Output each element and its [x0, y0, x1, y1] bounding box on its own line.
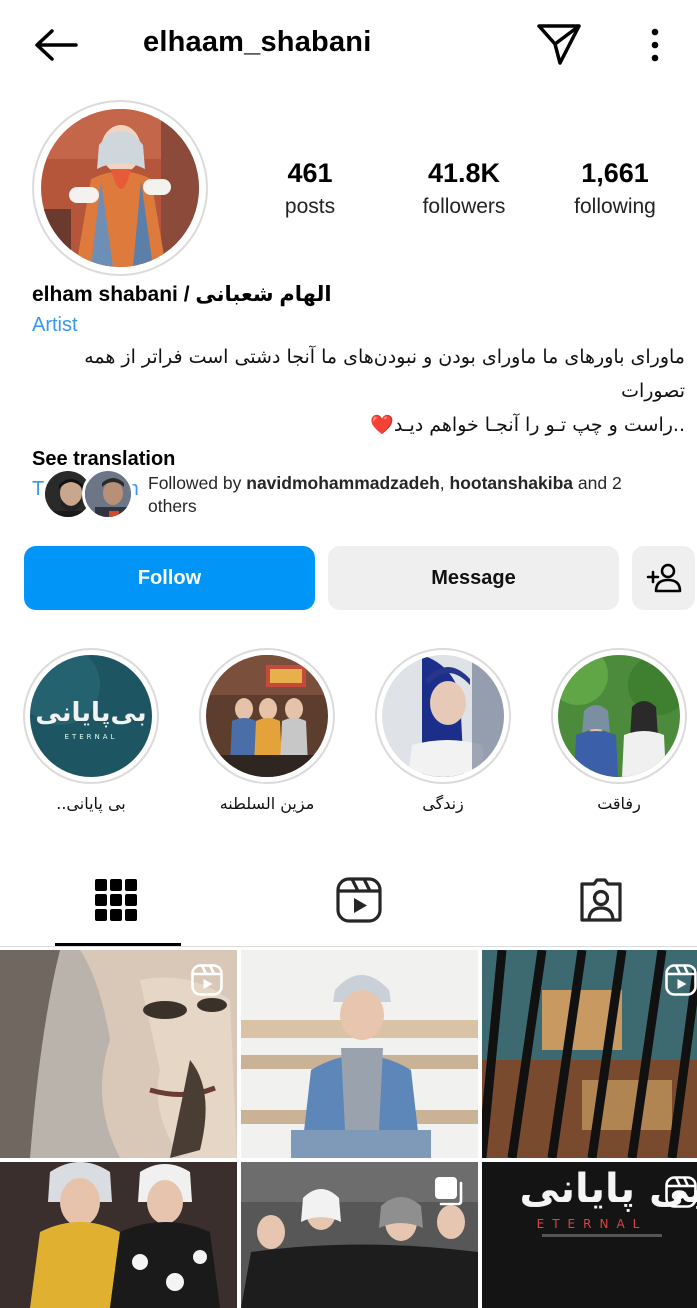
highlight-cover-4: [558, 655, 680, 777]
following-count: 1,661: [581, 158, 649, 188]
followed-by[interactable]: Followed by navidmohammadzadeh, hootansh…: [42, 468, 682, 524]
follower-avatar-2: [82, 468, 134, 520]
reels-badge-icon: [191, 964, 223, 1001]
followers-count: 41.8K: [427, 158, 501, 188]
reels-badge-icon: [665, 1176, 697, 1213]
post-thumbnail[interactable]: [241, 950, 478, 1158]
tagged-icon: [580, 878, 622, 922]
highlight-ring: بی‌پایانی ETERNAL: [23, 648, 159, 784]
profile-tabs: [0, 855, 697, 947]
suggest-users-button[interactable]: [632, 546, 695, 610]
share-profile-button[interactable]: [534, 20, 584, 68]
followers-stat[interactable]: 41.8K followers: [404, 158, 524, 219]
carousel-badge-icon: [434, 1176, 464, 1211]
followers-label: followers: [422, 195, 506, 218]
top-bar: elhaam_shabani: [0, 0, 697, 90]
post-thumbnail[interactable]: [0, 1162, 237, 1308]
bio-line-1: ماورای باورهای ما ماورای بودن و نبودن‌ها…: [84, 346, 685, 402]
tab-tagged[interactable]: [485, 855, 697, 945]
posts-count: 461: [287, 158, 333, 188]
bio-text: ماورای باورهای ما ماورای بودن و نبودن‌ها…: [30, 340, 685, 442]
highlight-ring: [375, 648, 511, 784]
story-highlight-2[interactable]: مزین السلطنه: [199, 648, 335, 813]
following-label: following: [574, 195, 656, 218]
highlight-ring: [551, 648, 687, 784]
follow-button[interactable]: Follow: [24, 546, 315, 610]
story-highlight-4[interactable]: رفاقت: [551, 648, 687, 813]
post-thumbnail[interactable]: [482, 950, 697, 1158]
highlight-cover-2: [206, 655, 328, 777]
message-button[interactable]: Message: [328, 546, 619, 610]
bio-line-2: ..راست و چپ تـو را آنجـا خواهم دیـد❤️: [30, 408, 685, 442]
posts-label: posts: [284, 195, 336, 218]
story-highlight-3[interactable]: زندگی: [375, 648, 511, 813]
more-options-button[interactable]: [636, 22, 674, 68]
heart-emoji: ❤️: [370, 414, 394, 436]
followed-by-prefix: Followed by: [148, 473, 247, 493]
profile-avatar[interactable]: [32, 100, 208, 276]
add-person-icon: [646, 563, 681, 593]
posts-grid: بی پایانی ETERNAL: [0, 950, 697, 1308]
highlight-cover-3: [382, 655, 504, 777]
mutual-user-1[interactable]: navidmohammadzadeh: [246, 473, 440, 493]
tab-posts-grid[interactable]: [0, 855, 232, 946]
paper-plane-icon: [537, 24, 581, 65]
poster-sub: ETERNAL: [537, 1217, 648, 1231]
arrow-left-icon: [35, 29, 78, 61]
bio-line-2-text: ..راست و چپ تـو را آنجـا خواهم دیـد: [393, 414, 685, 436]
back-button[interactable]: [30, 22, 80, 68]
post-thumbnail[interactable]: [0, 950, 237, 1158]
reels-badge-icon: [665, 964, 697, 1001]
mutual-user-2[interactable]: hootanshakiba: [450, 473, 574, 493]
avatar-image: [41, 109, 199, 267]
followed-by-sep: ,: [439, 473, 450, 493]
reels-icon: [336, 877, 382, 923]
profile-username: elhaam_shabani: [143, 26, 372, 58]
highlight-label-4: رفاقت: [597, 794, 641, 813]
kebab-menu-icon: [651, 28, 659, 62]
highlight-art-sub: ETERNAL: [65, 733, 118, 741]
highlight-cover-1: بی‌پایانی ETERNAL: [30, 655, 152, 777]
category-label: Artist: [32, 314, 78, 336]
display-name: elham shabani / الهام شعبانی: [32, 283, 332, 306]
highlight-label-3: زندگی: [422, 794, 464, 813]
highlight-label-2: مزین السلطنه: [219, 794, 315, 813]
followed-by-text: Followed by navidmohammadzadeh, hootansh…: [148, 472, 668, 518]
post-thumbnail[interactable]: [241, 1162, 478, 1308]
tab-reels[interactable]: [243, 855, 475, 945]
post-thumbnail[interactable]: بی پایانی ETERNAL: [482, 1162, 697, 1308]
highlight-label-1: بی پایانی..: [56, 794, 126, 813]
story-highlight-1[interactable]: بی‌پایانی ETERNAL بی پایانی..: [23, 648, 159, 813]
highlight-ring: [199, 648, 335, 784]
posts-stat[interactable]: 461 posts: [270, 158, 350, 219]
grid-icon: [95, 879, 137, 921]
highlight-art-title: بی‌پایانی: [35, 698, 146, 728]
following-stat[interactable]: 1,661 following: [555, 158, 675, 219]
